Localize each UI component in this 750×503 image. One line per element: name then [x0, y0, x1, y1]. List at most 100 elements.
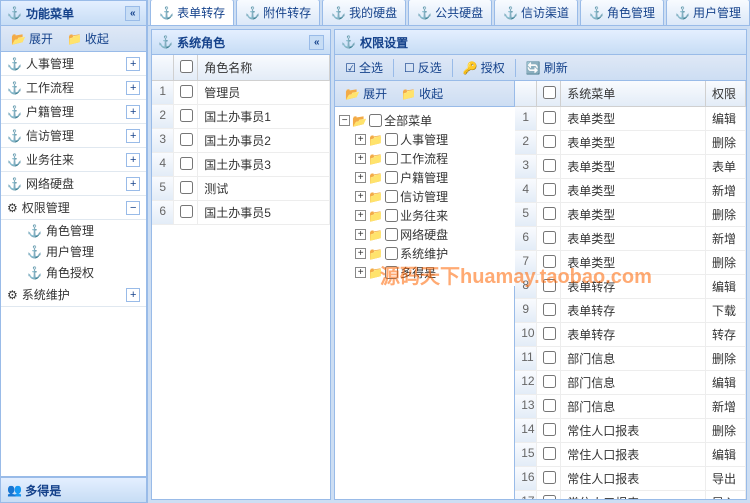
row-checkbox[interactable]: [180, 205, 193, 218]
tree-checkbox[interactable]: [385, 266, 398, 279]
sidebar-collapse-button[interactable]: «: [125, 6, 140, 21]
tree-checkbox[interactable]: [369, 114, 382, 127]
row-checkbox[interactable]: [543, 207, 556, 220]
nav-item[interactable]: ⚓业务往来: [1, 148, 146, 172]
select-all-button[interactable]: ☑全选: [339, 57, 389, 78]
row-checkbox[interactable]: [543, 351, 556, 364]
table-row[interactable]: 14常住人口报表删除: [515, 419, 746, 443]
invert-button[interactable]: ☐反选: [398, 57, 448, 78]
row-checkbox[interactable]: [543, 399, 556, 412]
tree-node[interactable]: +📁系统维护: [355, 244, 511, 263]
tree-root[interactable]: − 📂 全部菜单: [339, 111, 511, 130]
toggle-icon[interactable]: [126, 105, 140, 119]
select-all-checkbox[interactable]: [543, 86, 556, 99]
expand-icon[interactable]: +: [355, 134, 366, 145]
collapse-button[interactable]: 📁收起: [61, 28, 115, 49]
nav-sub-item[interactable]: ⚓用户管理: [21, 241, 146, 262]
tree-collapse-button[interactable]: 📁收起: [395, 83, 449, 104]
table-row[interactable]: 4表单类型新增: [515, 179, 746, 203]
row-checkbox[interactable]: [543, 447, 556, 460]
expand-icon[interactable]: +: [355, 191, 366, 202]
toggle-icon[interactable]: [126, 153, 140, 167]
tree-node[interactable]: +📁信访管理: [355, 187, 511, 206]
row-checkbox[interactable]: [543, 279, 556, 292]
table-row[interactable]: 13部门信息新增: [515, 395, 746, 419]
table-row[interactable]: 1表单类型编辑: [515, 107, 746, 131]
table-row[interactable]: 3表单类型表单: [515, 155, 746, 179]
row-checkbox[interactable]: [180, 181, 193, 194]
tab[interactable]: ⚓用户管理: [666, 0, 750, 25]
toggle-icon[interactable]: [126, 201, 140, 215]
tab[interactable]: ⚓附件转存: [236, 0, 320, 25]
table-row[interactable]: 10表单转存转存: [515, 323, 746, 347]
row-checkbox[interactable]: [543, 183, 556, 196]
tree-node[interactable]: +📁业务往来: [355, 206, 511, 225]
tab[interactable]: ⚓信访渠道: [494, 0, 578, 25]
table-row[interactable]: 7表单类型删除: [515, 251, 746, 275]
tree-node[interactable]: +📁人事管理: [355, 130, 511, 149]
roles-collapse-button[interactable]: «: [309, 35, 324, 50]
nav-item-perm[interactable]: ⚙ 权限管理: [1, 196, 146, 220]
expand-button[interactable]: 📂展开: [5, 28, 59, 49]
table-row[interactable]: 4国土办事员3: [152, 153, 330, 177]
authorize-button[interactable]: 🔑授权: [457, 57, 511, 78]
tree-checkbox[interactable]: [385, 247, 398, 260]
nav-item[interactable]: ⚓信访管理: [1, 124, 146, 148]
table-row[interactable]: 6表单类型新增: [515, 227, 746, 251]
tab[interactable]: ⚓角色管理: [580, 0, 664, 25]
nav-item[interactable]: ⚓网络硬盘: [1, 172, 146, 196]
table-row[interactable]: 12部门信息编辑: [515, 371, 746, 395]
row-checkbox[interactable]: [543, 471, 556, 484]
row-checkbox[interactable]: [543, 135, 556, 148]
row-checkbox[interactable]: [543, 375, 556, 388]
table-row[interactable]: 11部门信息删除: [515, 347, 746, 371]
expand-icon[interactable]: +: [355, 229, 366, 240]
row-checkbox[interactable]: [543, 495, 556, 499]
tree-checkbox[interactable]: [385, 190, 398, 203]
row-checkbox[interactable]: [180, 85, 193, 98]
tree-checkbox[interactable]: [385, 209, 398, 222]
select-all-checkbox[interactable]: [180, 60, 193, 73]
expand-icon[interactable]: +: [355, 172, 366, 183]
tree-checkbox[interactable]: [385, 133, 398, 146]
collapse-icon[interactable]: −: [339, 115, 350, 126]
nav-item-sys[interactable]: ⚙ 系统维护: [1, 283, 146, 307]
tree-node[interactable]: +📁多得是: [355, 263, 511, 282]
nav-sub-item[interactable]: ⚓角色授权: [21, 262, 146, 283]
table-row[interactable]: 8表单转存编辑: [515, 275, 746, 299]
toggle-icon[interactable]: [126, 177, 140, 191]
row-checkbox[interactable]: [543, 159, 556, 172]
row-checkbox[interactable]: [543, 423, 556, 436]
tab[interactable]: ⚓公共硬盘: [408, 0, 492, 25]
expand-icon[interactable]: +: [355, 153, 366, 164]
tree-node[interactable]: +📁工作流程: [355, 149, 511, 168]
table-row[interactable]: 5测试: [152, 177, 330, 201]
nav-item[interactable]: ⚓人事管理: [1, 52, 146, 76]
table-row[interactable]: 3国土办事员2: [152, 129, 330, 153]
row-checkbox[interactable]: [180, 133, 193, 146]
toggle-icon[interactable]: [126, 129, 140, 143]
expand-icon[interactable]: +: [355, 267, 366, 278]
tree-node[interactable]: +📁网络硬盘: [355, 225, 511, 244]
row-checkbox[interactable]: [543, 255, 556, 268]
tab[interactable]: ⚓表单转存: [150, 0, 234, 25]
nav-item[interactable]: ⚓工作流程: [1, 76, 146, 100]
table-row[interactable]: 9表单转存下载: [515, 299, 746, 323]
tab[interactable]: ⚓我的硬盘: [322, 0, 406, 25]
row-checkbox[interactable]: [543, 303, 556, 316]
row-checkbox[interactable]: [543, 231, 556, 244]
expand-icon[interactable]: +: [355, 248, 366, 259]
toggle-icon[interactable]: [126, 81, 140, 95]
table-row[interactable]: 2国土办事员1: [152, 105, 330, 129]
tree-checkbox[interactable]: [385, 152, 398, 165]
row-checkbox[interactable]: [543, 111, 556, 124]
expand-icon[interactable]: +: [355, 210, 366, 221]
tree-node[interactable]: +📁户籍管理: [355, 168, 511, 187]
toggle-icon[interactable]: [126, 57, 140, 71]
nav-item[interactable]: ⚓户籍管理: [1, 100, 146, 124]
table-row[interactable]: 6国土办事员5: [152, 201, 330, 225]
table-row[interactable]: 2表单类型删除: [515, 131, 746, 155]
table-row[interactable]: 16常住人口报表导出: [515, 467, 746, 491]
row-checkbox[interactable]: [543, 327, 556, 340]
row-checkbox[interactable]: [180, 157, 193, 170]
